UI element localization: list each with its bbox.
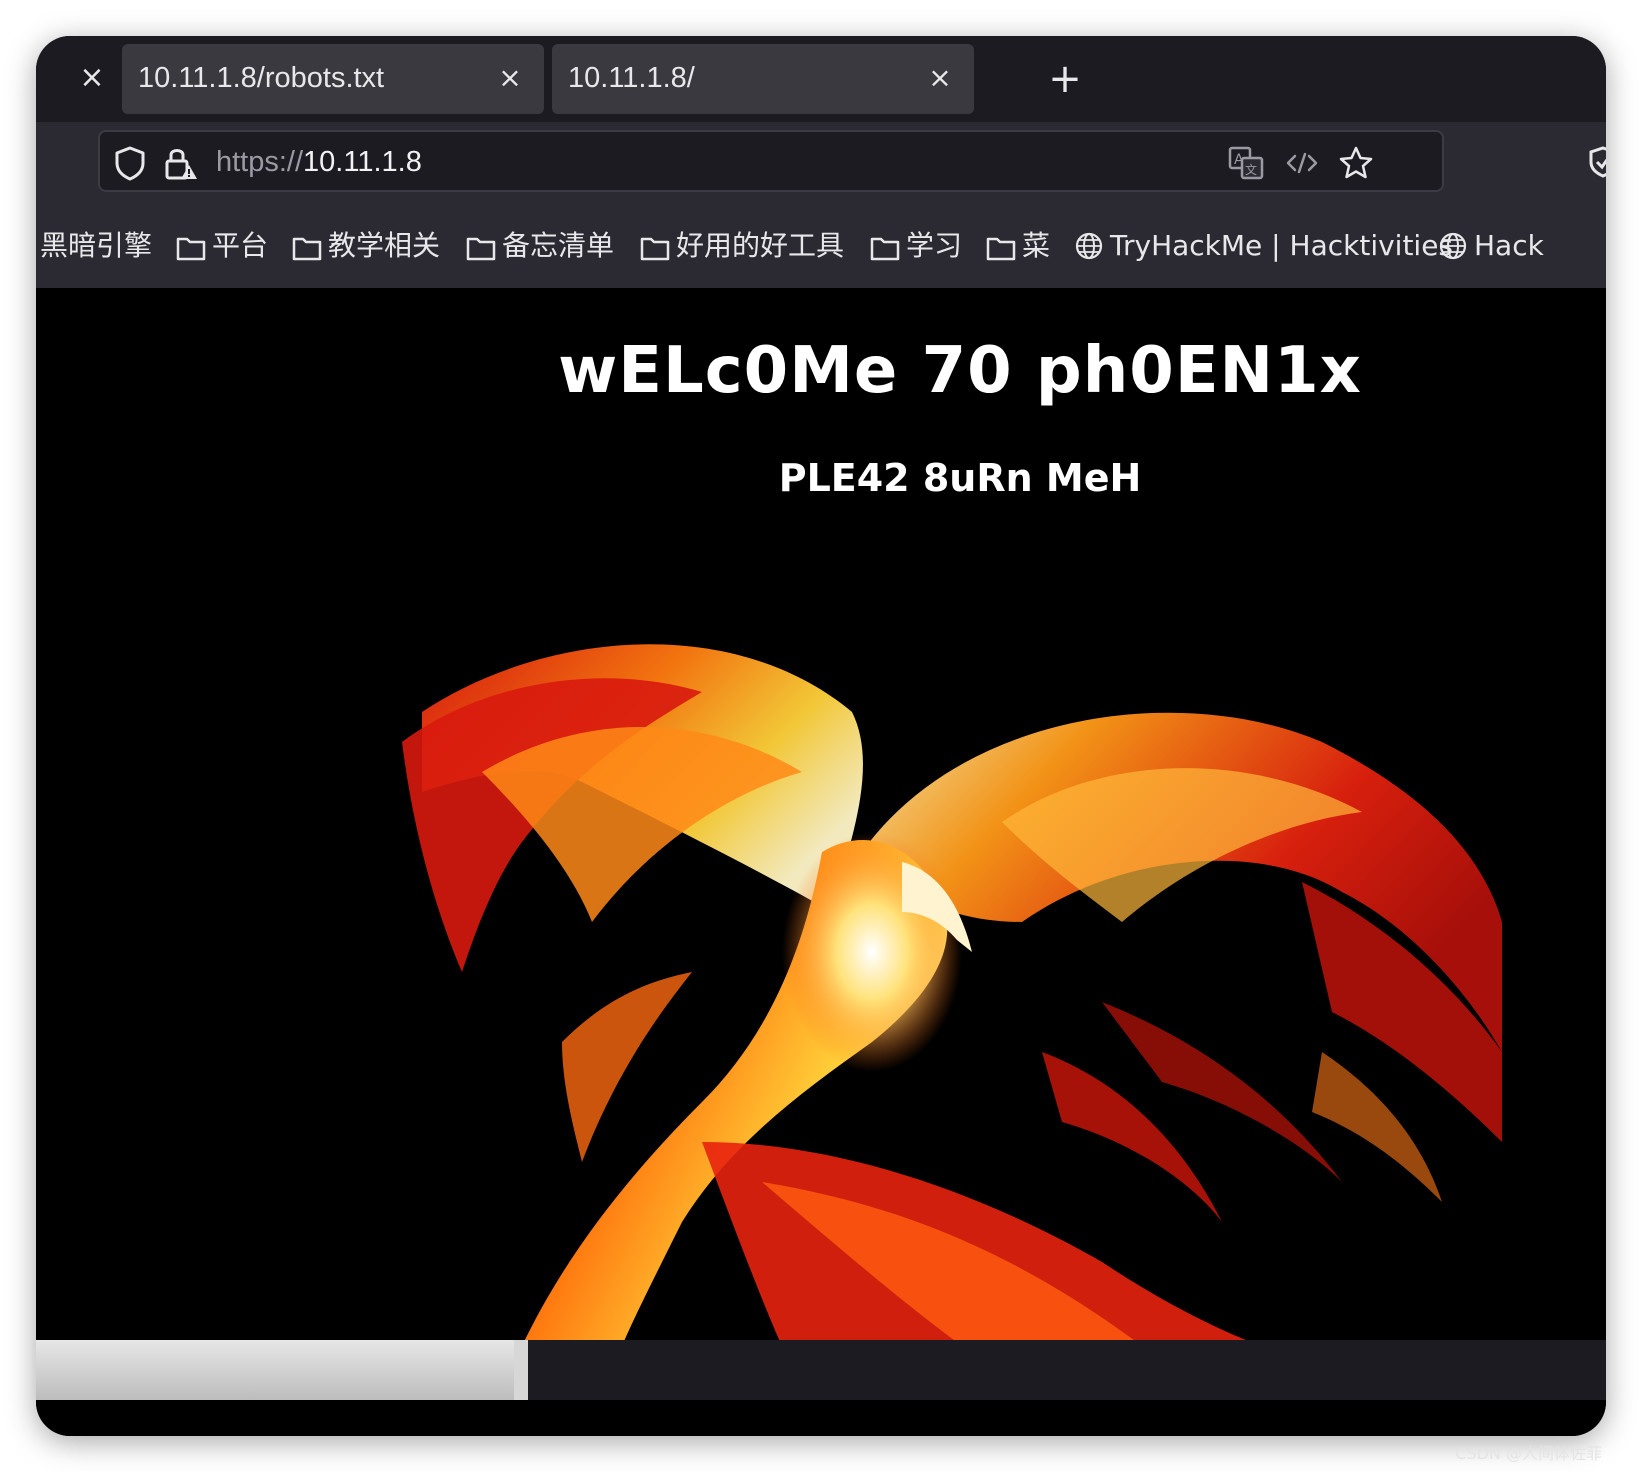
folder-icon	[292, 237, 322, 261]
bookmark-dark-engine[interactable]: 黑暗引擎	[40, 224, 152, 268]
bookmark-label: 黑暗引擎	[40, 229, 153, 262]
url-text[interactable]: https://10.11.1.8	[216, 146, 422, 179]
globe-icon	[1075, 232, 1103, 260]
svg-text:文: 文	[1245, 162, 1257, 177]
bottom-panel	[36, 1340, 1606, 1400]
bookmark-label: 好用的好工具	[676, 229, 845, 262]
watermark: CSDN @人间体佐菲	[1455, 1444, 1602, 1463]
bookmark-label: Hack	[1474, 229, 1544, 262]
new-tab-button[interactable]: +	[1040, 54, 1090, 104]
url-host: 10.11.1.8	[303, 146, 422, 178]
tab-strip: × 10.11.1.8/robots.txt × 10.11.1.8/ × +	[36, 36, 1606, 122]
page-heading: wELc0Me 70 ph0EN1x	[558, 334, 1362, 408]
folder-icon	[466, 237, 496, 261]
tab-robots[interactable]: 10.11.1.8/robots.txt ×	[122, 44, 544, 114]
bookmark-hack[interactable]: Hack	[1438, 224, 1544, 268]
tab-home[interactable]: 10.11.1.8/ ×	[552, 44, 974, 114]
bookmark-folder-platform[interactable]: 平台	[176, 224, 268, 268]
tab-title: 10.11.1.8/	[568, 62, 695, 94]
lock-warning-icon[interactable]	[160, 143, 200, 183]
close-icon[interactable]: ×	[72, 58, 112, 98]
tab-close-icon[interactable]: ×	[920, 58, 960, 98]
shield-icon[interactable]	[110, 143, 150, 183]
code-icon[interactable]	[1282, 143, 1322, 183]
tab-title: 10.11.1.8/robots.txt	[138, 62, 385, 94]
browser-window: × 10.11.1.8/robots.txt × 10.11.1.8/ × + …	[36, 36, 1606, 1436]
page-subheading: PLE42 8uRn MeH	[778, 456, 1142, 500]
bookmark-folder-tools[interactable]: 好用的好工具	[640, 224, 844, 268]
bookmark-label: TryHackMe | Hacktivities	[1110, 229, 1454, 262]
bookmark-tryhackme[interactable]: TryHackMe | Hacktivities	[1074, 224, 1453, 268]
phoenix-image	[402, 644, 1502, 1346]
bookmark-label: 教学相关	[328, 229, 441, 262]
bookmark-label: 备忘清单	[502, 229, 615, 262]
panel-divider[interactable]	[514, 1340, 528, 1400]
panel-left	[36, 1340, 514, 1400]
url-bar[interactable]: https://10.11.1.8 A 文	[98, 130, 1444, 192]
folder-icon	[986, 237, 1016, 261]
star-icon[interactable]	[1336, 143, 1376, 183]
page-content: wELc0Me 70 ph0EN1x PLE42 8uRn MeH	[36, 288, 1606, 1436]
bookmark-folder-menu[interactable]: 菜	[986, 224, 1050, 268]
globe-icon	[1439, 232, 1467, 260]
bookmark-label: 学习	[906, 229, 963, 262]
bookmarks-toolbar: 黑暗引擎 平台 教学相关 备忘清单 好用的好工具 学习 菜 TryHackMe …	[36, 212, 1606, 288]
bookmark-label: 菜	[1022, 229, 1051, 262]
shield-check-icon[interactable]	[1588, 142, 1606, 182]
folder-icon	[870, 237, 900, 261]
folder-icon	[640, 237, 670, 261]
translate-icon[interactable]: A 文	[1226, 143, 1266, 183]
tab-close-icon[interactable]: ×	[490, 58, 530, 98]
bookmark-folder-teaching[interactable]: 教学相关	[292, 224, 440, 268]
url-scheme: https://	[216, 146, 304, 178]
navigation-bar: https://10.11.1.8 A 文	[36, 122, 1606, 222]
bookmark-label: 平台	[212, 229, 269, 262]
bookmark-folder-cheatsheets[interactable]: 备忘清单	[466, 224, 614, 268]
folder-icon	[176, 237, 206, 261]
bookmark-folder-study[interactable]: 学习	[870, 224, 962, 268]
